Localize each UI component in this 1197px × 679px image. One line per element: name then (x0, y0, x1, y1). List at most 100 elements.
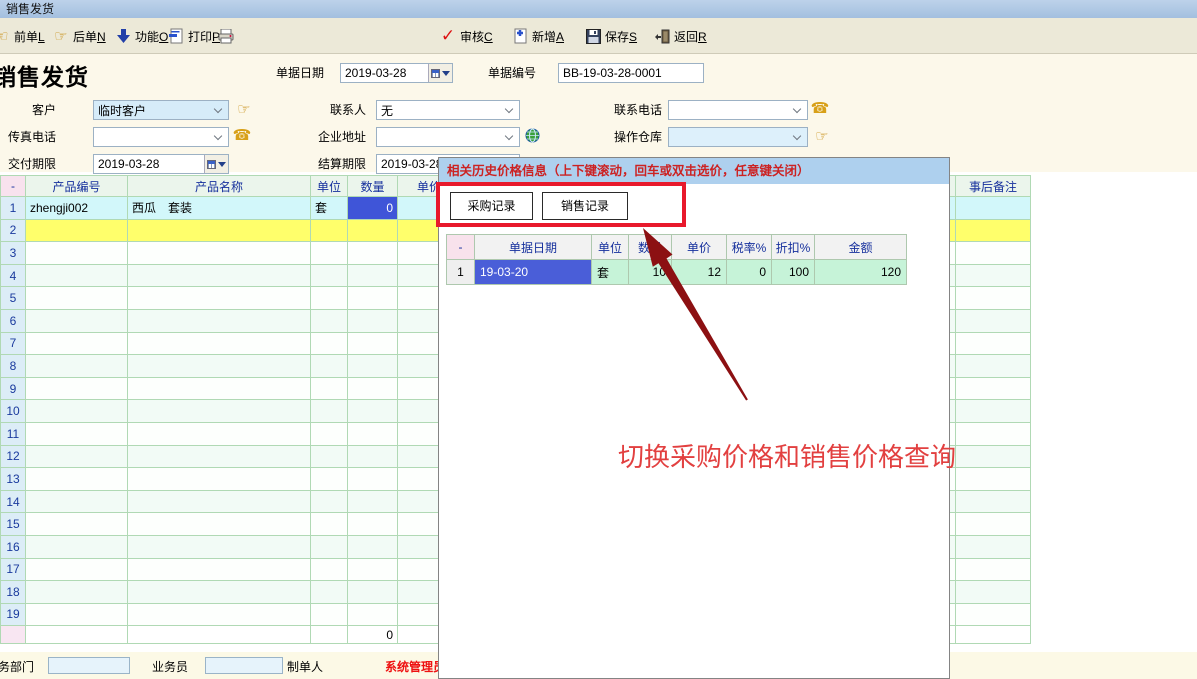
grid-cell[interactable] (128, 468, 311, 491)
grid-cell[interactable] (26, 490, 128, 513)
grid-cell[interactable] (26, 535, 128, 558)
grid-cell[interactable] (26, 287, 128, 310)
grid-cell[interactable] (348, 287, 398, 310)
grid-cell[interactable] (348, 355, 398, 378)
sales-records-button[interactable]: 销售记录 (542, 192, 628, 220)
salesman-input[interactable] (205, 657, 283, 674)
grid-cell[interactable] (956, 535, 1031, 558)
dept-input[interactable] (48, 657, 130, 674)
grid-cell[interactable] (311, 332, 348, 355)
next-doc-button[interactable]: ☞ 后单N (53, 25, 106, 47)
calendar-dropdown-button[interactable] (428, 64, 452, 82)
new-button[interactable]: 新增A (512, 25, 564, 47)
grid-cell[interactable] (348, 490, 398, 513)
grid-cell[interactable] (128, 287, 311, 310)
contact-phone-combo[interactable] (668, 100, 808, 120)
doc-date-field[interactable]: 2019-03-28 (340, 63, 453, 83)
grid-cell[interactable] (956, 264, 1031, 287)
hand-right-icon[interactable]: ☞ (236, 101, 252, 117)
globe-icon[interactable] (524, 127, 540, 143)
grid-cell[interactable] (311, 535, 348, 558)
printer-button[interactable] (218, 25, 234, 47)
grid-cell[interactable] (311, 287, 348, 310)
grid-cell[interactable] (348, 445, 398, 468)
grid-cell[interactable] (311, 309, 348, 332)
grid-cell[interactable] (26, 422, 128, 445)
grid-cell[interactable] (128, 264, 311, 287)
grid-cell[interactable] (128, 490, 311, 513)
grid-cell[interactable] (956, 377, 1031, 400)
grid-cell[interactable] (311, 355, 348, 378)
grid-cell[interactable] (956, 242, 1031, 265)
grid-cell[interactable] (26, 355, 128, 378)
history-cell[interactable]: 12 (672, 260, 727, 285)
grid-cell[interactable] (311, 445, 348, 468)
grid-cell[interactable] (26, 445, 128, 468)
grid-cell[interactable] (26, 242, 128, 265)
grid-cell[interactable] (348, 581, 398, 604)
grid-cell[interactable] (311, 377, 348, 400)
grid-cell[interactable] (956, 490, 1031, 513)
history-cell[interactable]: 100 (772, 260, 815, 285)
grid-cell[interactable] (26, 468, 128, 491)
grid-cell[interactable]: 套 (311, 197, 348, 220)
contact-combo[interactable]: 无 (376, 100, 520, 120)
phone-icon[interactable]: ☎ (812, 100, 828, 116)
purchase-records-button[interactable]: 采购记录 (450, 192, 533, 220)
grid-cell[interactable] (348, 400, 398, 423)
grid-cell[interactable] (956, 287, 1031, 310)
grid-cell[interactable] (128, 535, 311, 558)
save-button[interactable]: 保存S (585, 25, 637, 47)
calendar-dropdown-button[interactable] (204, 155, 228, 173)
doc-no-field[interactable]: BB-19-03-28-0001 (558, 63, 704, 83)
history-cell[interactable]: 0 (727, 260, 772, 285)
grid-cell[interactable] (128, 242, 311, 265)
grid-cell[interactable] (26, 513, 128, 536)
grid-cell[interactable] (128, 219, 311, 242)
grid-cell[interactable] (128, 332, 311, 355)
grid-cell[interactable] (26, 377, 128, 400)
grid-cell[interactable] (956, 422, 1031, 445)
grid-cell[interactable] (348, 309, 398, 332)
grid-cell[interactable] (348, 558, 398, 581)
history-cell[interactable]: 10 (629, 260, 672, 285)
print-button[interactable]: 打印P (168, 25, 220, 47)
phone-icon[interactable]: ☎ (234, 127, 250, 143)
grid-cell[interactable] (128, 355, 311, 378)
grid-cell[interactable] (956, 197, 1031, 220)
grid-cell[interactable] (26, 264, 128, 287)
grid-cell[interactable] (128, 377, 311, 400)
grid-cell[interactable] (26, 219, 128, 242)
grid-cell[interactable]: 0 (348, 197, 398, 220)
prev-doc-button[interactable]: ☜ 前单L (0, 25, 45, 47)
grid-cell[interactable] (311, 400, 348, 423)
delivery-deadline-field[interactable]: 2019-03-28 (93, 154, 229, 174)
history-cell[interactable]: 套 (592, 260, 629, 285)
return-button[interactable]: 返回R (654, 25, 707, 47)
grid-cell[interactable] (311, 581, 348, 604)
hand-right-icon[interactable]: ☞ (814, 128, 830, 144)
grid-cell[interactable] (311, 219, 348, 242)
grid-cell[interactable] (26, 309, 128, 332)
grid-cell[interactable] (26, 581, 128, 604)
grid-cell[interactable] (956, 332, 1031, 355)
grid-cell[interactable] (128, 603, 311, 626)
grid-cell[interactable] (348, 422, 398, 445)
grid-cell[interactable] (348, 513, 398, 536)
customer-combo[interactable]: 临时客户 (93, 100, 229, 120)
grid-cell[interactable] (311, 422, 348, 445)
grid-cell[interactable] (311, 603, 348, 626)
grid-cell[interactable] (311, 264, 348, 287)
grid-cell[interactable] (956, 468, 1031, 491)
grid-cell[interactable] (348, 219, 398, 242)
grid-cell[interactable] (26, 400, 128, 423)
grid-cell[interactable] (956, 558, 1031, 581)
grid-cell[interactable] (956, 581, 1031, 604)
history-cell[interactable]: 19-03-20 (475, 260, 592, 285)
grid-cell[interactable] (128, 445, 311, 468)
grid-cell[interactable] (311, 513, 348, 536)
grid-cell[interactable]: zhengji002 (26, 197, 128, 220)
functions-button[interactable]: 功能O (115, 25, 168, 47)
grid-cell[interactable] (128, 422, 311, 445)
grid-cell[interactable] (956, 445, 1031, 468)
